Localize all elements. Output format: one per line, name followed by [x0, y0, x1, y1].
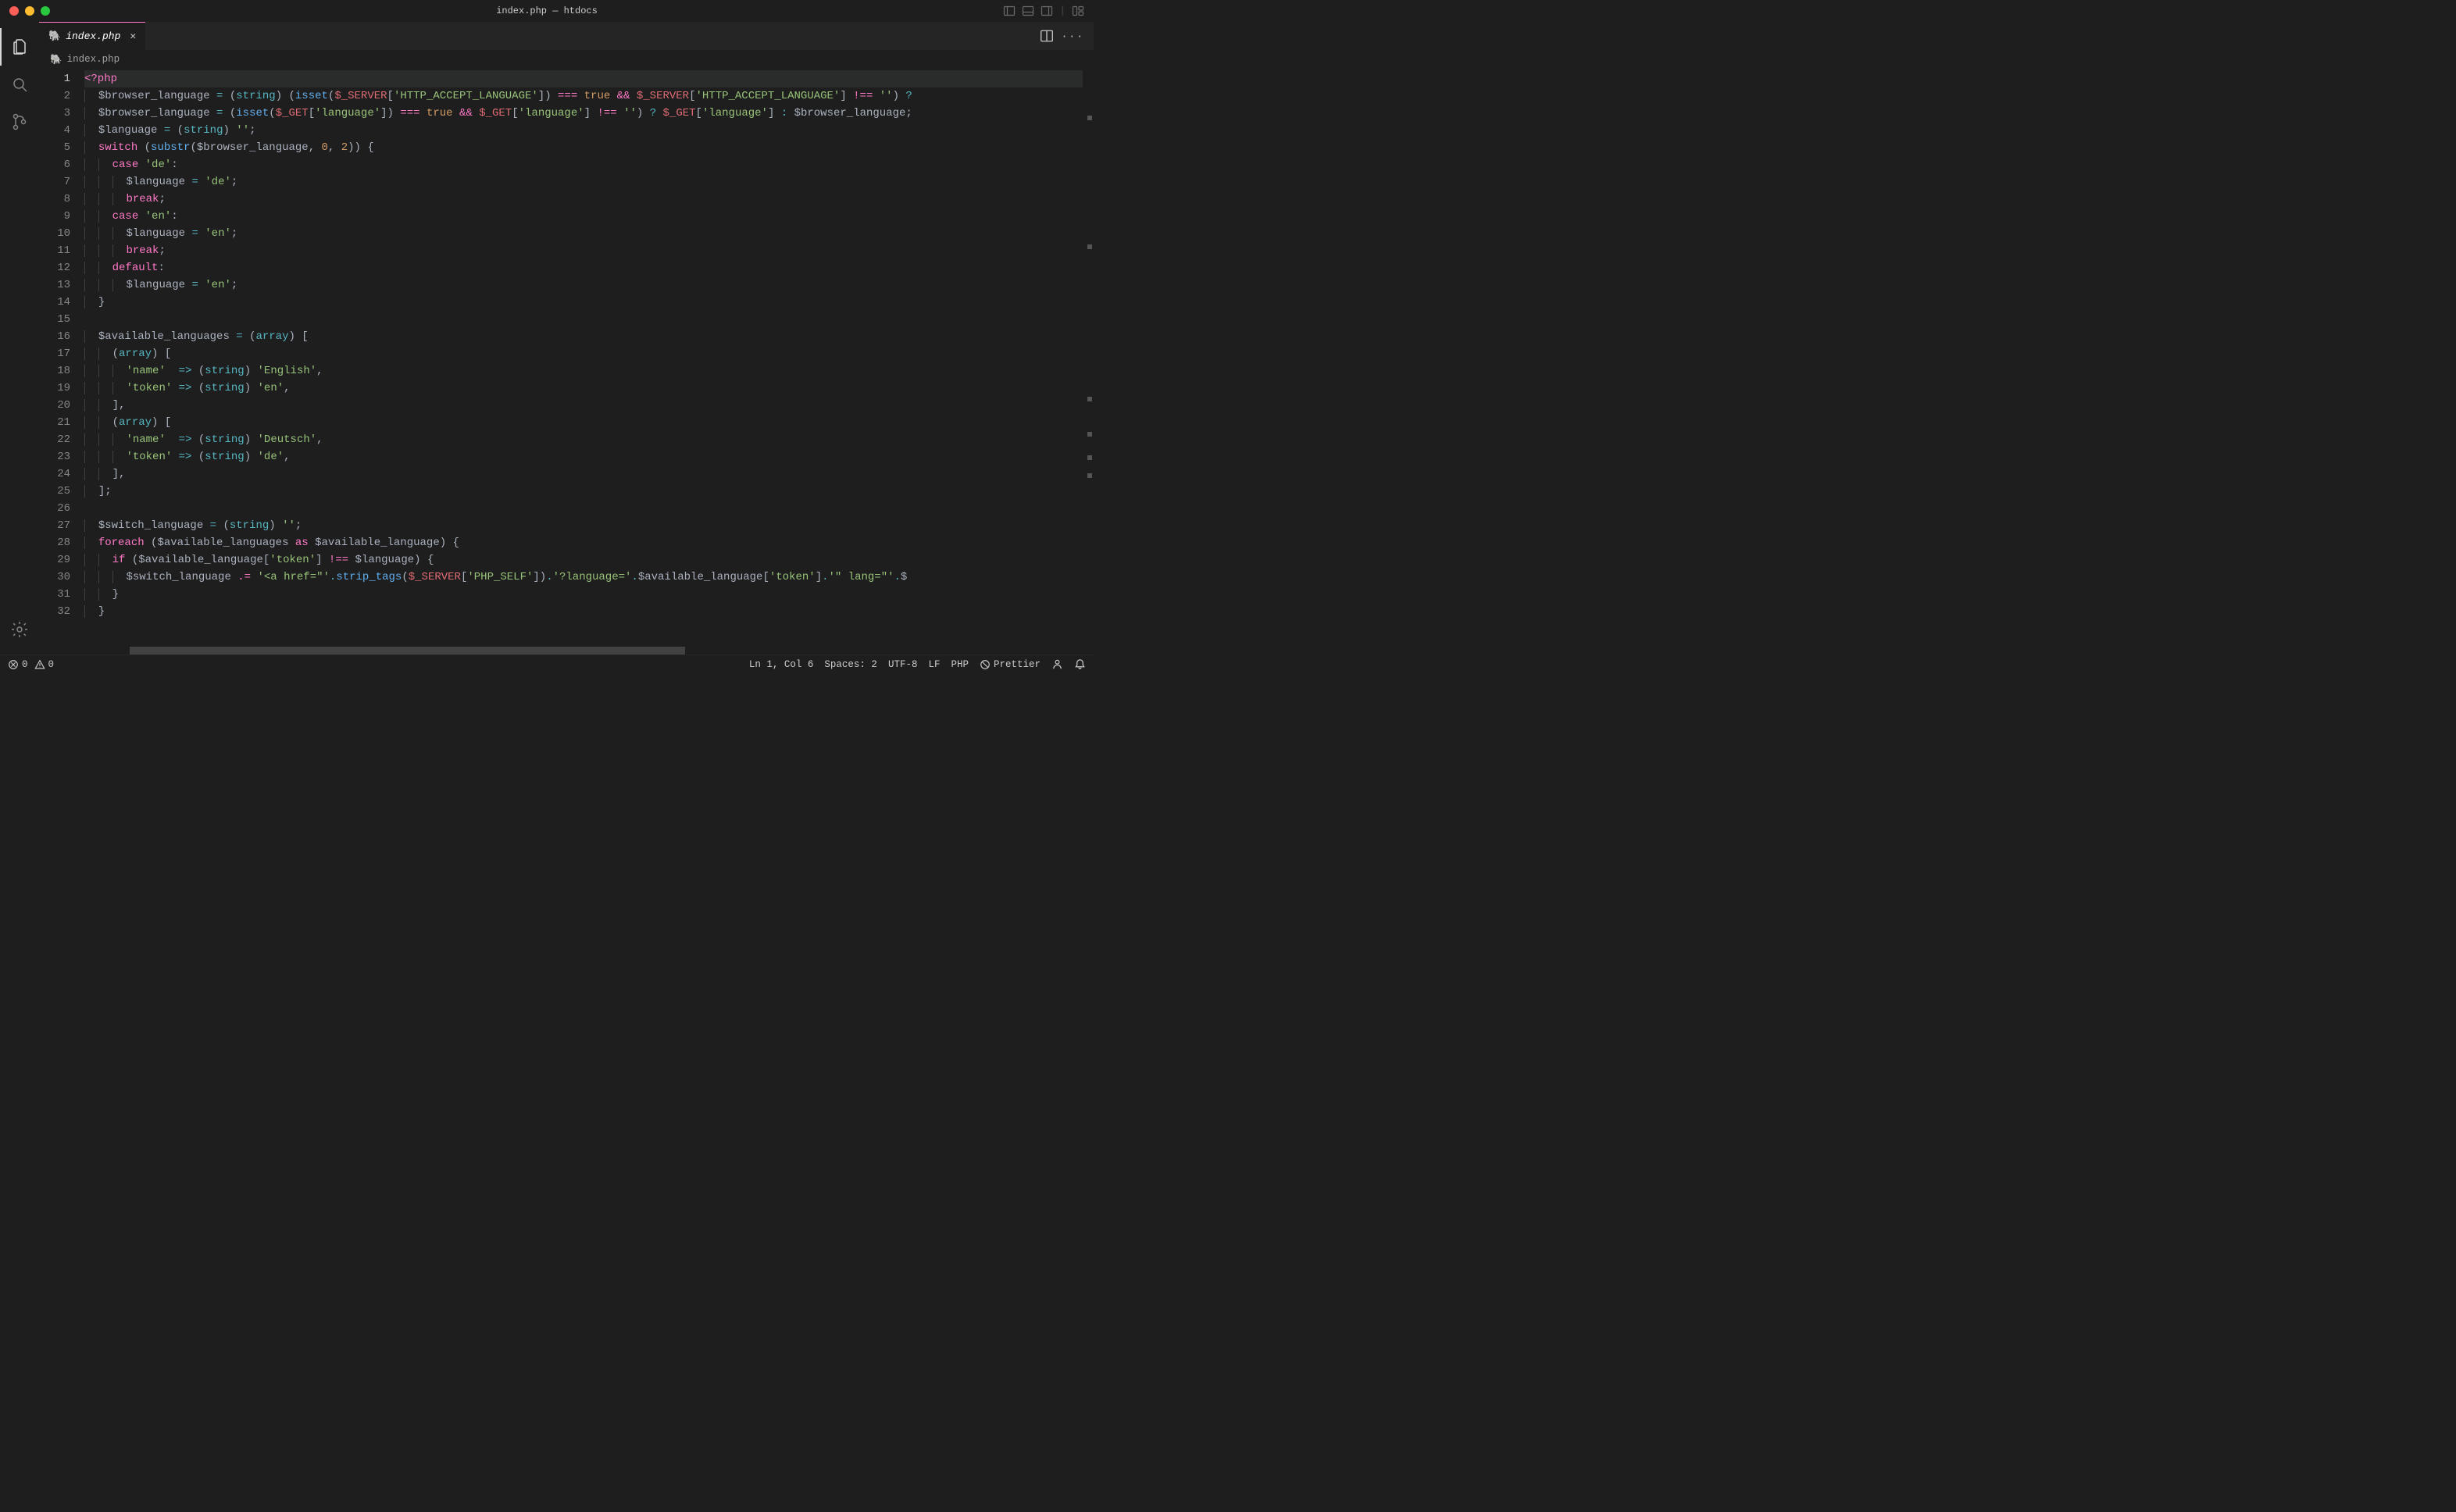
tab-index-php[interactable]: 🐘 index.php ✕ — [39, 22, 145, 50]
activity-bar — [0, 22, 39, 654]
status-cursor-position[interactable]: Ln 1, Col 6 — [749, 659, 814, 670]
status-feedback[interactable] — [1051, 658, 1063, 670]
traffic-lights — [0, 6, 50, 16]
status-language-mode[interactable]: PHP — [951, 659, 969, 670]
status-bar: 0 0 Ln 1, Col 6 Spaces: 2 UTF-8 LF PHP P… — [0, 654, 1094, 673]
breadcrumb-label: index.php — [67, 54, 120, 65]
window-maximize-button[interactable] — [41, 6, 50, 16]
title-bar: index.php — htdocs | — [0, 0, 1094, 22]
minimap[interactable] — [1083, 69, 1094, 654]
main-container: 🐘 index.php ✕ ··· 🐘 index.php 1234567891… — [0, 22, 1094, 654]
status-problems[interactable]: 0 0 — [8, 659, 54, 670]
layout-controls: | — [1003, 5, 1094, 17]
split-editor-icon[interactable] — [1040, 29, 1054, 43]
window-close-button[interactable] — [9, 6, 19, 16]
tab-bar: 🐘 index.php ✕ ··· — [39, 22, 1094, 50]
toggle-secondary-sidebar-icon[interactable] — [1041, 5, 1053, 17]
line-number-gutter: 1234567891011121314151617181920212223242… — [39, 69, 84, 654]
toggle-primary-sidebar-icon[interactable] — [1003, 5, 1016, 17]
editor-actions: ··· — [1030, 22, 1094, 50]
tab-label: index.php — [66, 30, 120, 42]
more-actions-icon[interactable]: ··· — [1062, 30, 1084, 42]
window-title: index.php — htdocs — [496, 5, 598, 16]
php-file-icon: 🐘 — [50, 54, 62, 66]
activity-settings[interactable] — [0, 611, 39, 648]
code-editor[interactable]: 1234567891011121314151617181920212223242… — [39, 69, 1094, 654]
horizontal-scrollbar[interactable] — [130, 647, 685, 654]
php-file-icon: 🐘 — [48, 30, 61, 42]
status-eol[interactable]: LF — [928, 659, 940, 670]
activity-source-control[interactable] — [0, 103, 39, 141]
status-notifications[interactable] — [1074, 658, 1086, 670]
activity-search[interactable] — [0, 66, 39, 103]
breadcrumb[interactable]: 🐘 index.php — [39, 50, 1094, 69]
status-encoding[interactable]: UTF-8 — [888, 659, 918, 670]
toggle-panel-icon[interactable] — [1022, 5, 1034, 17]
editor-area: 🐘 index.php ✕ ··· 🐘 index.php 1234567891… — [39, 22, 1094, 654]
status-indentation[interactable]: Spaces: 2 — [824, 659, 877, 670]
customize-layout-icon[interactable] — [1072, 5, 1084, 17]
code-content[interactable]: <?php $browser_language = (string) (isse… — [84, 69, 1094, 654]
status-prettier[interactable]: Prettier — [980, 659, 1041, 670]
activity-explorer[interactable] — [0, 28, 39, 66]
window-minimize-button[interactable] — [25, 6, 34, 16]
tab-close-icon[interactable]: ✕ — [130, 30, 136, 42]
